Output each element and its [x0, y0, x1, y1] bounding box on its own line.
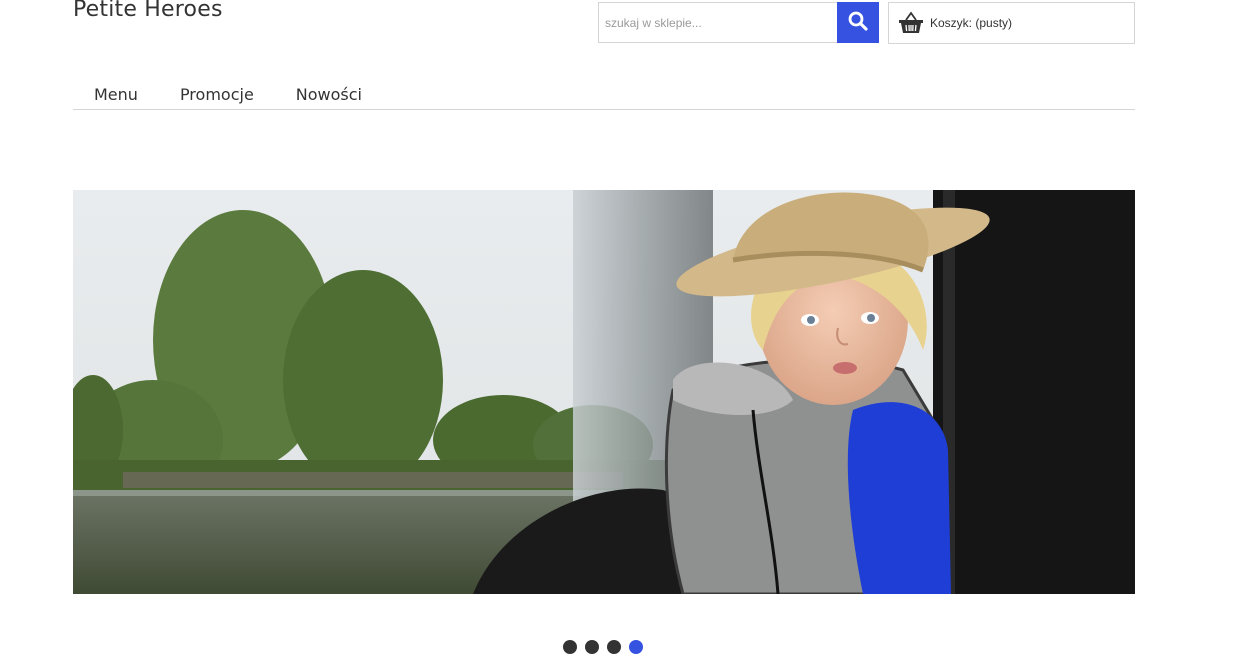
- slider-dot-3[interactable]: [607, 640, 621, 654]
- slider-dot-1[interactable]: [563, 640, 577, 654]
- basket-icon: [898, 11, 924, 35]
- slider-pager: [563, 640, 643, 654]
- search-input[interactable]: [598, 2, 837, 43]
- search-bar: [598, 2, 879, 43]
- slider-dot-4[interactable]: [629, 640, 643, 654]
- banner-slide-image[interactable]: [73, 190, 1135, 594]
- page: Petite Heroes szukaj w sklepie... Koszyk…: [0, 0, 1236, 656]
- cart-label: Koszyk: (pusty): [930, 16, 1013, 30]
- site-logo[interactable]: Petite Heroes: [73, 0, 223, 22]
- search-button[interactable]: [837, 2, 879, 43]
- nav-item-nowosci[interactable]: Nowości: [275, 81, 383, 109]
- nav-item-menu[interactable]: Menu: [73, 81, 159, 109]
- cart-button[interactable]: Koszyk: (pusty): [888, 2, 1135, 44]
- main-nav: Menu Promocje Nowości: [73, 81, 1135, 110]
- search-icon: [848, 11, 868, 34]
- slider-dot-2[interactable]: [585, 640, 599, 654]
- nav-item-promocje[interactable]: Promocje: [159, 81, 275, 109]
